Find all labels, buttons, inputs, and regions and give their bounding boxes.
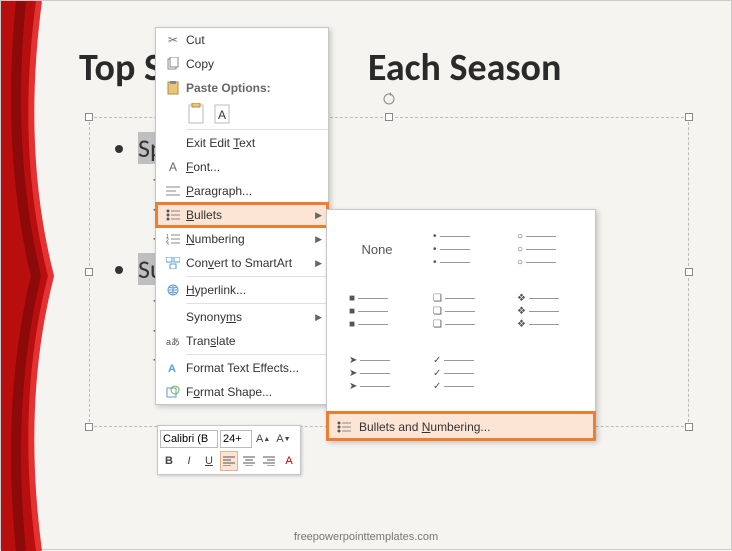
mini-toolbar: A▲ A▼ B I U A [157,425,301,475]
resize-handle[interactable] [85,268,93,276]
bullet-option-circle[interactable]: ○○○ [505,220,585,278]
context-menu: ✂Cut Copy Paste Options: A Exit Edit Tex… [155,27,329,405]
bullet-option-none[interactable]: None [337,220,417,278]
menu-item-copy[interactable]: Copy [156,52,328,76]
menu-item-paragraph[interactable]: Paragraph... [156,179,328,203]
resize-handle[interactable] [85,423,93,431]
watermark: freepowerpointtemplates.com [1,531,731,543]
menu-item-bullets[interactable]: Bullets▶ [156,203,328,227]
translate-icon: aあ [160,335,186,347]
menu-item-numbering[interactable]: 123Numbering▶ [156,227,328,251]
bullets-submenu: None ••• ○○○ ■■■ ❏❏❏ ❖❖❖ ➤➤➤ ✓✓✓ Bullets… [326,209,596,441]
bullet-option-check[interactable]: ✓✓✓ [421,344,501,402]
underline-button[interactable]: U [200,451,218,471]
resize-handle[interactable] [385,113,393,121]
text-effects-icon: A [160,361,186,375]
menu-item-font[interactable]: AFont... [156,155,328,179]
bullet-option-blank[interactable] [505,344,585,402]
copy-icon [160,57,186,71]
resize-handle[interactable] [685,423,693,431]
bold-button[interactable]: B [160,451,178,471]
bullet-option-hollow-square[interactable]: ❏❏❏ [421,282,501,340]
menu-item-paste-options: Paste Options: [156,76,328,100]
resize-handle[interactable] [685,113,693,121]
submenu-arrow-icon: ▶ [315,258,322,269]
submenu-arrow-icon: ▶ [315,234,322,245]
resize-handle[interactable] [685,268,693,276]
menu-item-hyperlink[interactable]: Hyperlink... [156,278,328,302]
italic-button[interactable]: I [180,451,198,471]
menu-item-cut[interactable]: ✂Cut [156,28,328,52]
menu-item-format-shape[interactable]: Format Shape... [156,380,328,404]
paste-option-keep-source-icon[interactable] [186,103,208,125]
bullet-option-disc[interactable]: ••• [421,220,501,278]
svg-text:A: A [168,363,176,375]
svg-text:3: 3 [166,242,169,245]
bullets-icon [160,209,186,221]
paste-icon [160,81,186,95]
font-size-input[interactable] [220,430,252,448]
menu-item-exit-edit-text[interactable]: Exit Edit Text [156,131,328,155]
red-ribbon-decoration [1,1,61,551]
smartart-icon [160,257,186,269]
increase-font-icon[interactable]: A▲ [254,429,272,449]
format-shape-icon [160,385,186,399]
hyperlink-icon [160,283,186,297]
cut-icon: ✂ [160,33,186,47]
svg-text:A: A [218,108,226,122]
paste-option-text-only-icon[interactable]: A [212,103,234,125]
svg-text:aあ: aあ [166,337,180,347]
paste-options-row[interactable]: A [156,100,328,128]
bullet-option-arrow[interactable]: ➤➤➤ [337,344,417,402]
menu-item-translate[interactable]: aあTranslate [156,329,328,353]
paragraph-icon [160,185,186,197]
menu-item-text-effects[interactable]: AFormat Text Effects... [156,356,328,380]
font-icon: A [160,160,186,174]
font-family-input[interactable] [160,430,218,448]
rotate-handle-icon[interactable] [382,92,396,106]
align-left-button[interactable] [220,451,238,471]
bullet-option-diamond[interactable]: ❖❖❖ [505,282,585,340]
align-right-button[interactable] [260,451,278,471]
menu-item-smartart[interactable]: Convert to SmartArt▶ [156,251,328,275]
submenu-arrow-icon: ▶ [315,312,322,323]
font-color-button[interactable]: A [280,451,298,471]
numbering-icon: 123 [160,233,186,245]
menu-item-synonyms[interactable]: Synonyms▶ [156,305,328,329]
bullets-and-numbering-button[interactable]: Bullets and Numbering... [327,412,595,440]
decrease-font-icon[interactable]: A▼ [274,429,292,449]
align-center-button[interactable] [240,451,258,471]
title-right: Each Season [368,45,562,91]
bullets-icon [337,421,351,433]
resize-handle[interactable] [85,113,93,121]
bullet-option-square[interactable]: ■■■ [337,282,417,340]
submenu-arrow-icon: ▶ [315,210,322,221]
